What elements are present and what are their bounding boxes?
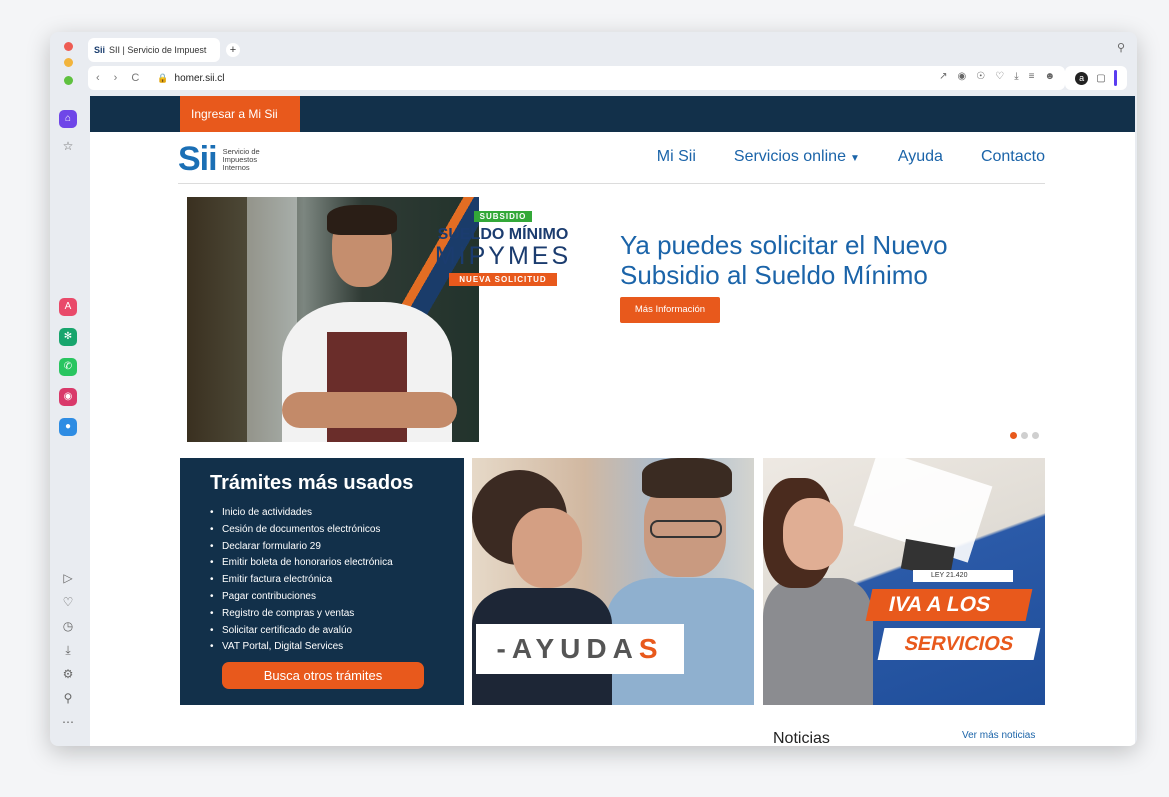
login-button[interactable]: Ingresar a Mi Sii — [180, 96, 300, 132]
news-more-link[interactable]: Ver más noticias — [962, 730, 1035, 741]
iva-tile[interactable]: LEY 21.420 IVA A LOS SERVICIOS — [763, 458, 1045, 705]
sidebar-accent-icon — [1113, 70, 1117, 86]
tramite-link[interactable]: Inicio de actividades — [210, 505, 464, 522]
sidebar-download-icon[interactable]: ⤓ — [59, 642, 77, 658]
nav-ayuda[interactable]: Ayuda — [898, 148, 943, 166]
browser-tab[interactable]: Sii SII | Servicio de Impuest — [88, 38, 220, 62]
photo-arms — [282, 392, 457, 428]
logo-text: Servicio de Impuestos Internos — [222, 147, 260, 172]
ayudas-label-main: -AYUDA — [496, 633, 639, 664]
main-nav: Mi Sii Servicios online ▼ Ayuda Contacto — [657, 148, 1045, 166]
tramites-list: Inicio de actividades Cesión de document… — [210, 505, 464, 656]
settings-icon[interactable]: ⚙ — [59, 666, 77, 682]
star-icon[interactable]: ☆ — [59, 138, 77, 154]
nav-divider — [178, 183, 1045, 184]
carousel-dots — [1010, 432, 1039, 439]
share-icon[interactable]: ↗ — [939, 71, 947, 82]
photo-woman-body — [763, 578, 873, 705]
tramite-link[interactable]: Declarar formulario 29 — [210, 539, 464, 556]
home-icon[interactable]: ⌂ — [59, 110, 77, 128]
ayudas-label-accent: S — [638, 633, 664, 664]
tramite-link[interactable]: VAT Portal, Digital Services — [210, 639, 464, 656]
photo-woman-face — [512, 508, 582, 588]
tramite-link[interactable]: Cesión de documentos electrónicos — [210, 522, 464, 539]
busca-tramites-button[interactable]: Busca otros trámites — [222, 662, 424, 689]
camera-icon[interactable]: ◉ — [958, 71, 967, 82]
tramites-tile: Trámites más usados Inicio de actividade… — [180, 458, 464, 705]
badge-bottom: NUEVA SOLICITUD — [449, 273, 557, 286]
app-store-icon[interactable]: A — [59, 298, 77, 316]
tramite-link[interactable]: Emitir boleta de honorarios electrónica — [210, 555, 464, 572]
forward-button[interactable]: › — [114, 72, 118, 84]
download-icon[interactable]: ⤓ — [1014, 71, 1018, 82]
photo-man-hair — [642, 458, 732, 498]
search-tabs-icon[interactable]: ⚲ — [1117, 41, 1125, 54]
tab-title: SII | Servicio de Impuest — [109, 45, 207, 55]
photo-woman-face — [783, 498, 843, 570]
iva-line1: IVA A LOS — [865, 589, 1033, 621]
play-icon[interactable]: ▷ — [59, 570, 77, 586]
url-text[interactable]: homer.sii.cl — [175, 73, 225, 84]
badge-top: SUBSIDIO — [473, 211, 533, 222]
address-bar[interactable]: ‹ › C 🔒 homer.sii.cl ↗ ◉ ☉ ♡ ⤓ ≡ ☻ — [88, 66, 1065, 90]
maximize-window-button[interactable] — [64, 76, 73, 85]
site-topbar: Ingresar a Mi Sii — [90, 96, 1135, 132]
tramite-link[interactable]: Registro de compras y ventas — [210, 606, 464, 623]
logo-mark: Sii — [178, 140, 218, 178]
iva-line2: SERVICIOS — [877, 628, 1041, 660]
history-icon[interactable]: ◷ — [59, 618, 77, 634]
sii-logo[interactable]: Sii Servicio de Impuestos Internos — [178, 140, 260, 179]
twitter-icon[interactable]: ● — [59, 418, 77, 436]
tramites-title: Trámites más usados — [210, 472, 414, 494]
shield-icon[interactable]: ☉ — [976, 71, 985, 82]
subsidio-badge: SUBSIDIO SUELDO MÍNIMO MIPYMES NUEVA SOL… — [427, 206, 579, 287]
nav-contacto[interactable]: Contacto — [981, 148, 1045, 166]
cube-icon[interactable]: ▢ — [1096, 73, 1105, 84]
sidebar-heart-icon[interactable]: ♡ — [59, 594, 77, 610]
tramite-link[interactable]: Solicitar certificado de avalúo — [210, 623, 464, 640]
ley-label: LEY 21.420 — [913, 570, 1013, 582]
tramite-link[interactable]: Emitir factura electrónica — [210, 572, 464, 589]
ayudas-label: -AYUDAS — [476, 624, 684, 674]
caret-down-icon: ▼ — [849, 153, 860, 164]
tramite-link[interactable]: Pagar contribuciones — [210, 589, 464, 606]
profile-icon[interactable]: ☻ — [1044, 71, 1055, 82]
ayudas-tile[interactable]: -AYUDAS — [472, 458, 754, 705]
nav-servicios-label: Servicios online — [733, 148, 846, 165]
extensions-area: a ▢ — [1065, 66, 1127, 90]
tab-favicon: Sii — [94, 45, 106, 55]
minimize-window-button[interactable] — [64, 58, 73, 67]
heart-icon[interactable]: ♡ — [995, 71, 1004, 82]
chatgpt-icon[interactable]: ✻ — [59, 328, 77, 346]
news-heading: Noticias — [773, 730, 830, 746]
browser-window: Sii SII | Servicio de Impuest + ⚲ ‹ › C … — [50, 32, 1137, 746]
menu-icon[interactable]: ≡ — [1029, 71, 1035, 82]
address-tools: ↗ ◉ ☉ ♡ ⤓ ≡ ☻ — [939, 71, 1055, 82]
nav-servicios-online[interactable]: Servicios online ▼ — [734, 148, 860, 166]
carousel-dot[interactable] — [1032, 432, 1039, 439]
whatsapp-icon[interactable]: ✆ — [59, 358, 77, 376]
web-page: Ingresar a Mi Sii Sii Servicio de Impues… — [90, 96, 1135, 746]
photo-glasses — [650, 520, 722, 538]
close-window-button[interactable] — [64, 42, 73, 51]
photo-hair — [327, 205, 397, 235]
new-tab-button[interactable]: + — [226, 43, 240, 57]
badge-line2: MIPYMES — [434, 242, 572, 270]
nav-mi-sii[interactable]: Mi Sii — [657, 148, 696, 166]
carousel-dot[interactable] — [1021, 432, 1028, 439]
reload-button[interactable]: C — [131, 72, 139, 84]
logo-line3: Internos — [222, 162, 250, 172]
back-button[interactable]: ‹ — [96, 72, 100, 84]
more-icon[interactable]: ⋯ — [59, 714, 77, 730]
hero-title: Ya puedes solicitar el Nuevo Subsidio al… — [620, 230, 948, 290]
more-info-button[interactable]: Más Información — [620, 297, 720, 323]
extension-a-icon[interactable]: a — [1075, 71, 1089, 85]
instagram-icon[interactable]: ◉ — [59, 388, 77, 406]
tips-icon[interactable]: ⚲ — [59, 690, 77, 706]
lock-icon: 🔒 — [157, 72, 169, 83]
carousel-dot[interactable] — [1010, 432, 1017, 439]
